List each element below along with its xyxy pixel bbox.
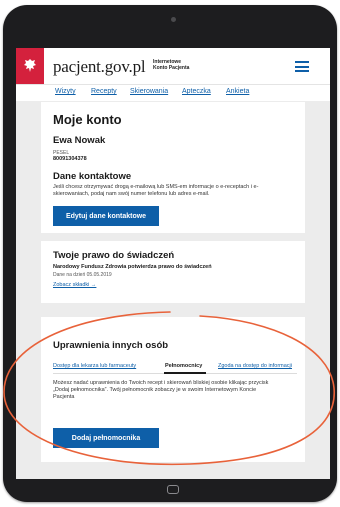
permissions-card: Uprawnienia innych osób Dostęp dla lekar… <box>41 317 305 462</box>
screen: pacjent.gov.pl Internetowe Konto Pacjent… <box>16 48 330 479</box>
site-header: pacjent.gov.pl Internetowe Konto Pacjent… <box>16 48 330 84</box>
nav-item-apteczka[interactable]: Apteczka <box>182 88 211 95</box>
page-title: Moje konto <box>53 112 122 127</box>
nav-item-ankieta[interactable]: Ankieta <box>226 88 249 95</box>
benefits-card: Twoje prawo do świadczeń Narodowy Fundus… <box>41 241 305 303</box>
contact-title: Dane kontaktowe <box>53 171 132 182</box>
camera-icon <box>171 17 176 22</box>
user-name: Ewa Nowak <box>53 135 106 146</box>
poland-eagle-emblem <box>16 48 44 84</box>
benefits-title: Twoje prawo do świadczeń <box>53 250 175 261</box>
menu-icon[interactable] <box>295 61 309 72</box>
benefits-date: Dane na dzień 05.05.2019 <box>53 272 112 278</box>
pesel-value: 80091304378 <box>53 156 87 162</box>
logo-sub-line2: Konto Pacjenta <box>153 65 190 71</box>
edit-contact-button[interactable]: Edytuj dane kontaktowe <box>53 206 159 226</box>
tab-proxies[interactable]: Pełnomocnicy <box>165 363 202 369</box>
add-proxy-button[interactable]: Dodaj pełnomocnika <box>53 428 159 448</box>
tab-doctor-access[interactable]: Dostęp dla lekarza lub farmaceuty <box>53 363 136 369</box>
contact-text: Jeśli chcesz otrzymywać drogą e-mailową … <box>53 184 259 197</box>
contributions-link[interactable]: Zobacz składki → <box>53 282 96 288</box>
nav-item-skierowania[interactable]: Skierowania <box>130 88 168 95</box>
permissions-title: Uprawnienia innych osób <box>53 340 169 351</box>
tab-info-consent[interactable]: Zgoda na dostęp do informacji <box>218 363 292 369</box>
benefits-subtitle: Narodowy Fundusz Zdrowia potwierdza praw… <box>53 264 212 270</box>
nav-item-wizyty[interactable]: Wizyty <box>55 88 76 95</box>
tablet-device: pacjent.gov.pl Internetowe Konto Pacjent… <box>3 5 337 502</box>
nav-item-recepty[interactable]: Recepty <box>91 88 117 95</box>
site-logo-subtitle: Internetowe Konto Pacjenta <box>153 59 189 71</box>
home-button-icon[interactable] <box>167 485 179 494</box>
permissions-text: Możesz nadać uprawnienia do Twoich recep… <box>53 380 269 400</box>
account-card: Moje konto Ewa Nowak PESEL 80091304378 D… <box>41 102 305 233</box>
active-tab-indicator <box>164 372 206 374</box>
main-nav: Wizyty Recepty Skierowania Apteczka Anki… <box>16 84 330 101</box>
site-logo[interactable]: pacjent.gov.pl <box>53 57 146 77</box>
